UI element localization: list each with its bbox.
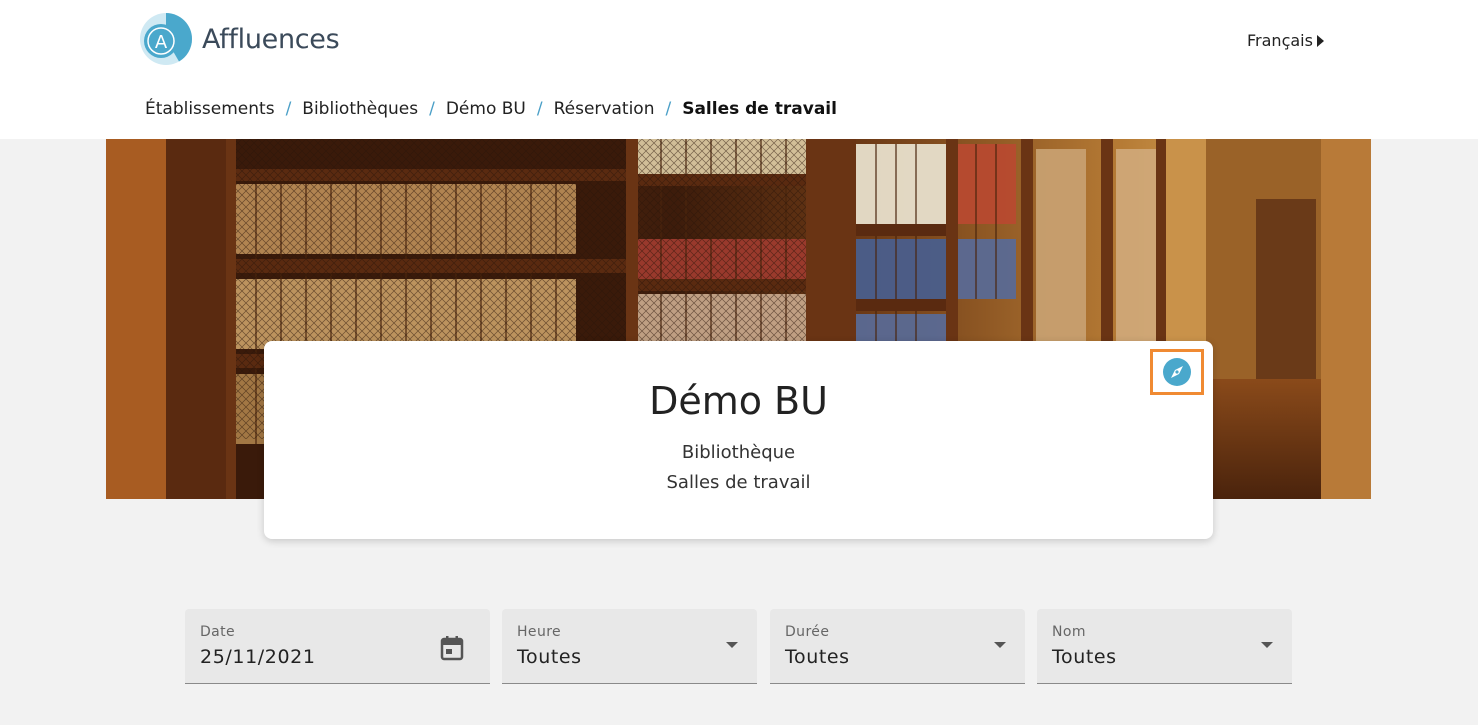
name-label: Nom <box>1052 624 1086 640</box>
duration-value: Toutes <box>785 646 850 668</box>
breadcrumb-reservation[interactable]: Réservation <box>554 99 655 119</box>
establishment-type: Bibliothèque <box>681 442 796 463</box>
language-label: Français <box>1247 31 1313 50</box>
hour-label: Heure <box>517 624 562 640</box>
caret-right-icon <box>1316 34 1324 47</box>
calendar-icon[interactable] <box>440 635 464 661</box>
header: A Affluences Français Établissements / B… <box>0 0 1478 139</box>
logo-letter: A <box>155 32 168 53</box>
establishment-title: Démo BU <box>649 379 828 423</box>
brand-name: Affluences <box>202 23 340 55</box>
duration-label: Durée <box>785 624 830 640</box>
name-value: Toutes <box>1052 646 1117 668</box>
breadcrumb-demo-bu[interactable]: Démo BU <box>446 99 526 119</box>
breadcrumb-separator: / <box>285 99 292 119</box>
brand-logo[interactable]: A Affluences <box>139 12 340 66</box>
breadcrumb-etablissements[interactable]: Établissements <box>145 99 275 119</box>
compass-icon <box>1163 358 1191 386</box>
duration-dropdown[interactable]: Durée Toutes <box>770 609 1025 684</box>
hour-dropdown[interactable]: Heure Toutes <box>502 609 757 684</box>
affluences-logo-icon: A <box>140 13 192 65</box>
establishment-category: Salles de travail <box>666 472 811 493</box>
breadcrumb-bibliotheques[interactable]: Bibliothèques <box>302 99 418 119</box>
hour-value: Toutes <box>517 646 582 668</box>
language-selector[interactable]: Français <box>1247 31 1324 50</box>
date-value: 25/11/2021 <box>200 646 316 668</box>
dropdown-arrow-icon <box>1261 642 1273 648</box>
breadcrumb-current: Salles de travail <box>682 99 837 119</box>
date-field[interactable]: Date 25/11/2021 <box>185 609 490 684</box>
breadcrumb-separator: / <box>429 99 435 119</box>
establishment-card: Démo BU Bibliothèque Salles de travail <box>264 341 1213 539</box>
date-label: Date <box>200 624 236 640</box>
breadcrumb-separator: / <box>665 99 672 119</box>
name-dropdown[interactable]: Nom Toutes <box>1037 609 1292 684</box>
breadcrumb: Établissements / Bibliothèques / Démo BU… <box>145 99 837 119</box>
directions-button[interactable] <box>1150 349 1204 395</box>
dropdown-arrow-icon <box>726 642 738 648</box>
dropdown-arrow-icon <box>994 642 1006 648</box>
breadcrumb-separator: / <box>536 99 543 119</box>
